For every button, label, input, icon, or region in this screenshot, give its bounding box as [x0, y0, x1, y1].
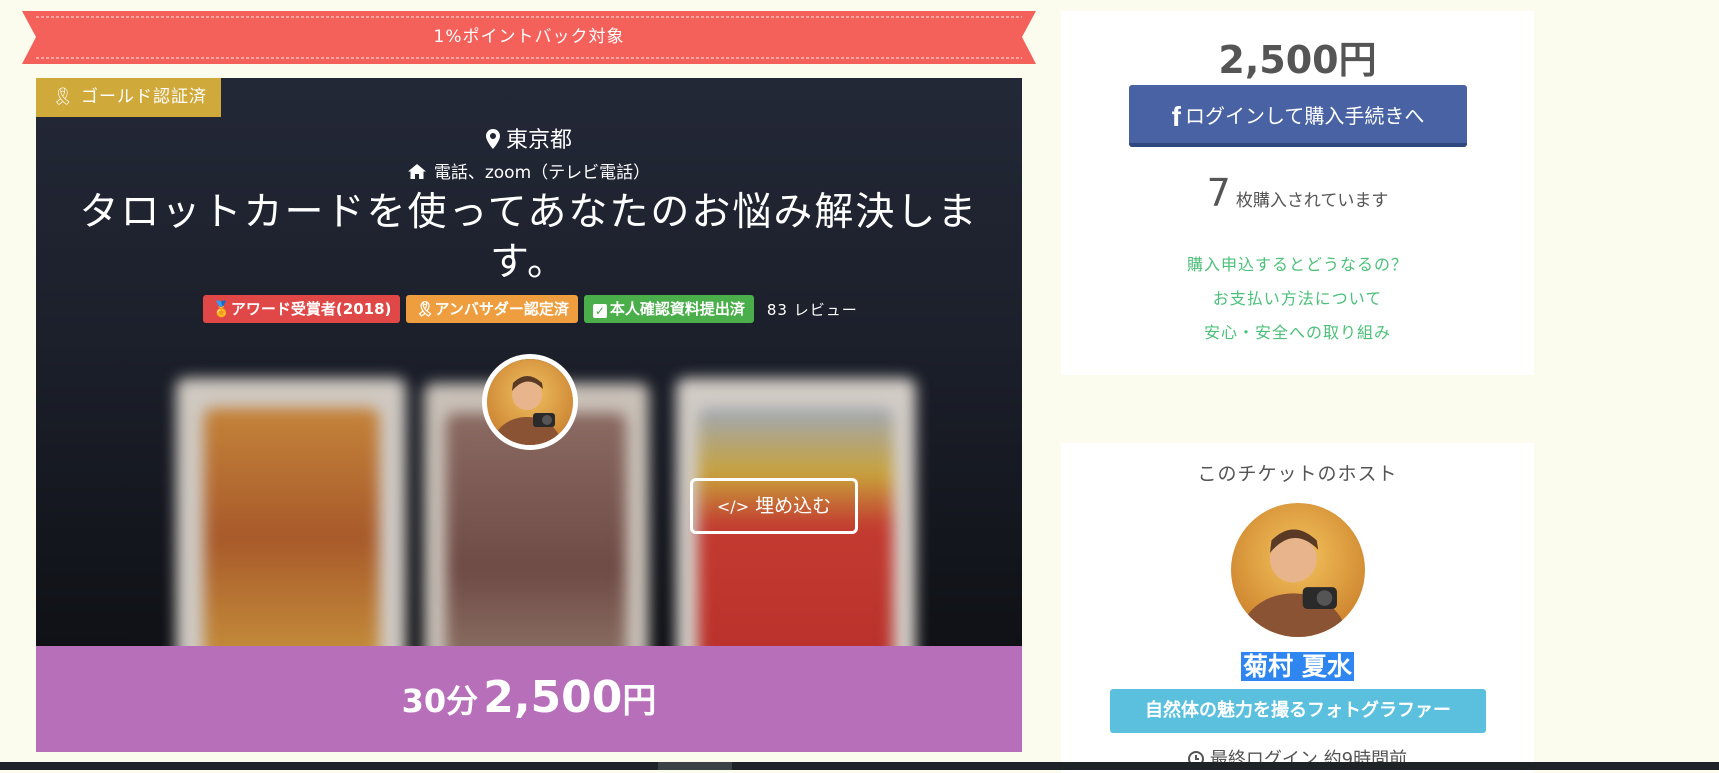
- duration: 30分: [401, 682, 479, 720]
- map-pin-icon: [485, 129, 500, 149]
- point-back-ribbon: 1%ポイントバック対象: [22, 11, 1036, 64]
- ambassador-badge: 🎗アンバサダー認定済: [406, 295, 578, 323]
- gold-badge-label: ゴールド認証済: [81, 87, 207, 107]
- link-safety[interactable]: 安心・安全への取り組み: [1061, 319, 1534, 343]
- review-count: 83: [766, 300, 788, 319]
- ambassador-badge-label: アンバサダー認定済: [434, 300, 569, 318]
- location-text: 東京都: [505, 128, 572, 153]
- home-icon: [407, 164, 426, 179]
- host-badges: 🏅アワード受賞者(2018) 🎗アンバサダー認定済 ✓ 本人確認資料提出済 83 レビュ…: [36, 295, 1022, 323]
- location: 東京都: [36, 122, 1022, 154]
- scrollbar-thumb[interactable]: [658, 762, 732, 770]
- host-name-text: 菊村 夏水: [1241, 652, 1354, 681]
- ticket-hero: 🎗 ゴールド認証済 東京都 電話、zoom（テレビ電話） タロットカードを使って…: [36, 78, 1022, 646]
- embed-label: 埋め込む: [755, 495, 832, 517]
- ribbon-label: 1%ポイントバック対象: [433, 27, 625, 47]
- gold-verified-badge: 🎗 ゴールド認証済: [36, 78, 221, 117]
- link-what-happens[interactable]: 購入申込するとどうなるの？: [1061, 251, 1534, 275]
- checkbox-icon: ✓: [592, 304, 607, 318]
- link-payment-methods[interactable]: お支払い方法について: [1061, 285, 1534, 309]
- price-yen: 円: [622, 681, 657, 721]
- award-badge: 🏅アワード受賞者(2018): [203, 295, 401, 323]
- host-panel: このチケットのホスト 菊村 夏水 自然体の魅力を撮るフォトグラファー 最終ログイ…: [1061, 443, 1534, 773]
- identity-verified-badge: ✓ 本人確認資料提出済: [583, 295, 754, 323]
- review-link[interactable]: 83 レビュー: [767, 299, 858, 320]
- purchase-price: 2,500円: [1218, 38, 1377, 82]
- facebook-login-button[interactable]: f ログインして購入手続きへ: [1129, 85, 1467, 147]
- method-text: 電話、zoom（テレビ電話）: [433, 163, 651, 183]
- price-amount: 2,500: [483, 672, 623, 723]
- bottom-scrollbar[interactable]: [0, 762, 1719, 770]
- code-icon: </>: [716, 497, 750, 516]
- review-label: レビュー: [793, 300, 858, 319]
- host-name[interactable]: 菊村 夏水: [1061, 647, 1534, 683]
- embed-button[interactable]: </> 埋め込む: [690, 478, 858, 534]
- identity-badge-label: 本人確認資料提出済: [609, 300, 745, 318]
- price-bar: 30分 2,500円: [36, 646, 1022, 752]
- purchase-panel: 2,500円 f ログインして購入手続きへ 7 枚購入されています 購入申込すると…: [1061, 11, 1534, 375]
- login-button-label: ログインして購入手続きへ: [1184, 104, 1425, 128]
- facebook-icon: f: [1171, 101, 1181, 132]
- host-section-label: このチケットのホスト: [1197, 463, 1398, 485]
- price-bar-content: 30分 2,500円: [36, 646, 1022, 723]
- medal-icon: 🏅: [212, 300, 231, 318]
- medal-icon: 🎗: [415, 300, 435, 318]
- sold-count: 7 枚購入されています: [1061, 171, 1534, 215]
- host-photo: [487, 359, 573, 445]
- award-badge-label: アワード受賞者(2018): [230, 300, 392, 318]
- host-avatar-large[interactable]: [1231, 503, 1365, 637]
- sold-text: 枚購入されています: [1235, 191, 1389, 211]
- medal-icon: 🎗: [52, 87, 75, 107]
- host-photo: [1231, 503, 1365, 637]
- consultation-method: 電話、zoom（テレビ電話）: [36, 158, 1022, 183]
- ticket-title: タロットカードを使ってあなたのお悩み解決します。: [79, 190, 979, 285]
- host-tagline: 自然体の魅力を撮るフォトグラファー: [1110, 689, 1486, 733]
- sold-number: 7: [1206, 171, 1231, 215]
- host-avatar[interactable]: [482, 354, 578, 450]
